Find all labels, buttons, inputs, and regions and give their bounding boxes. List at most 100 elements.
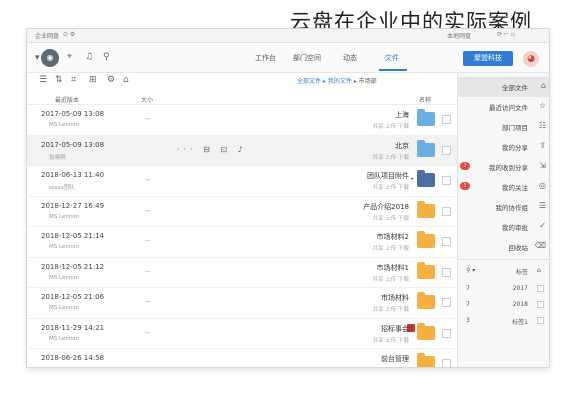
row-name[interactable]: 招标事会 bbox=[381, 324, 409, 334]
tag-count: 7 bbox=[466, 285, 470, 292]
tag-item[interactable]: 3 标签1 bbox=[458, 313, 549, 329]
row-name[interactable]: 北京 bbox=[395, 141, 409, 151]
sidebar-item[interactable]: 我的协作组 ☰ bbox=[458, 197, 549, 217]
bell-icon[interactable]: ♫ bbox=[85, 52, 93, 62]
sort-icon[interactable]: ⇅ bbox=[55, 75, 63, 85]
row-checkbox[interactable] bbox=[442, 298, 451, 307]
tag-checkbox[interactable] bbox=[537, 285, 544, 292]
row-checkbox[interactable] bbox=[442, 176, 451, 185]
row-checkbox[interactable] bbox=[442, 145, 451, 155]
folder-icon bbox=[417, 261, 435, 279]
table-row[interactable]: 2018-12-27 16:49 MS Lennon -- 产品介绍2018 共享 上传… bbox=[27, 197, 457, 227]
sidebar-item-label: 我的关注 bbox=[502, 184, 528, 192]
row-name[interactable]: 上海 bbox=[395, 110, 409, 120]
tags-header-label: 标签 bbox=[515, 269, 528, 276]
row-name[interactable]: 团队项目附件 bbox=[367, 171, 409, 181]
sidebar-item[interactable]: 最近访问文件 ☆ bbox=[458, 97, 549, 117]
sidebar-item[interactable]: 1 我的关注 ◎ bbox=[458, 177, 549, 197]
table-row[interactable]: 2018-12-05 21:14 MS Lennon -- 市场材料2 共享 上传 下载 bbox=[27, 227, 457, 258]
badge: 2 bbox=[460, 162, 470, 170]
row-modified: 2017-05-09 13:08 bbox=[41, 140, 105, 149]
search-icon[interactable]: ⚲ bbox=[103, 52, 110, 62]
window-controls[interactable]: ⟳ ⌐ ▫ bbox=[497, 31, 515, 38]
toolbar-row: ☰ ⇅ ⌗ ⊞ ⚙ ⌂ 全部文件 ▸ 我的文件 ▸ 市场部 bbox=[27, 73, 457, 89]
row-owner: MS Lennon bbox=[49, 335, 80, 342]
row-owner: MS Lennon bbox=[49, 244, 80, 250]
row-name[interactable]: 市场材料 bbox=[381, 293, 409, 303]
chevron-down-icon[interactable]: ▾ bbox=[35, 53, 40, 63]
tab-workbench[interactable]: 工作台 bbox=[255, 53, 276, 63]
sidebar-item[interactable]: 全部文件 ⌂ bbox=[458, 77, 549, 97]
sidebar-item[interactable]: 我的分享 ⇪ bbox=[458, 137, 549, 157]
row-actions[interactable]: ··· ⊟ ⊡ ♪ bbox=[177, 145, 247, 154]
row-checkbox[interactable] bbox=[442, 267, 451, 277]
folder-icon bbox=[417, 170, 435, 187]
brand-logo-icon: ◕ bbox=[523, 51, 539, 67]
table-row[interactable]: 2017-05-09 13:08 张晓明 ··· ⊟ ⊡ ♪ 北京 共享 上传 下载 bbox=[27, 135, 457, 166]
table-row[interactable]: 2018-06-26 14:58 前台管理 bbox=[27, 349, 457, 367]
brand-button[interactable]: 聚盟科技 bbox=[463, 51, 513, 66]
sidebar-item-label: 我的审批 bbox=[502, 224, 528, 232]
tag-item[interactable]: 7 2018 bbox=[458, 297, 549, 313]
tag-checkbox[interactable] bbox=[537, 301, 544, 308]
row-checkbox[interactable] bbox=[442, 206, 451, 216]
folder-icon bbox=[417, 231, 435, 248]
table-row[interactable]: 2018-06-13 11:40 sssss团队 -- • 团队项目附件 共享 上传 下载 bbox=[27, 166, 457, 197]
row-modified: 2018-06-13 11:40 bbox=[41, 171, 105, 179]
grid-view-icon[interactable]: ⊞ bbox=[89, 75, 97, 85]
row-size: -- bbox=[145, 206, 151, 215]
filter-icon[interactable]: ⌗ bbox=[71, 75, 76, 85]
column-modified[interactable]: 最近版本 bbox=[55, 95, 79, 104]
row-owner: MS Lennon bbox=[49, 122, 80, 128]
row-meta: 共享 上传 下载 bbox=[372, 215, 410, 222]
sidebar-item-label: 回收站 bbox=[508, 244, 529, 252]
row-name[interactable]: 市场材料1 bbox=[377, 263, 409, 273]
row-checkbox[interactable] bbox=[442, 328, 451, 338]
inbox-icon: ⇲ bbox=[539, 161, 546, 170]
row-name[interactable]: 市场材料2 bbox=[377, 232, 409, 242]
avatar[interactable]: ◉ bbox=[41, 49, 59, 67]
sidebar-item[interactable]: 部门项目 ☷ bbox=[458, 117, 549, 137]
sidebar-item[interactable]: 2 我的收到分享 ⇲ bbox=[458, 157, 549, 177]
table-row[interactable]: 2018-12-05 21:06 MS Lennon -- 市场材料 共享 上传 下载 bbox=[27, 288, 457, 319]
table-row[interactable]: 2018-12-05 21:12 MS Lennon -- 市场材料1 共享 上传 下载 bbox=[27, 258, 457, 288]
title-strip: 企业网盘 ⊙ ⚙ 本地网盘 ⟳ ⌐ ▫ bbox=[27, 29, 549, 43]
tab-department[interactable]: 部门空间 bbox=[293, 53, 321, 63]
column-size[interactable]: 大小 bbox=[141, 95, 153, 104]
column-name[interactable]: 名称 bbox=[419, 95, 431, 104]
tab-activity[interactable]: 动态 bbox=[343, 53, 357, 63]
row-checkbox[interactable] bbox=[442, 359, 451, 367]
row-meta: 共享 上传 下载 bbox=[372, 276, 410, 283]
tag-item[interactable]: 7 2017 bbox=[458, 281, 549, 297]
tag-checkbox[interactable] bbox=[537, 317, 544, 324]
sidebar-divider bbox=[458, 259, 549, 260]
table-row[interactable]: 2018-11-29 14:21 MS Lennon -- 招标事会 共享 上传 下载 bbox=[27, 319, 457, 349]
breadcrumb-item-mine[interactable]: 我的文件 bbox=[328, 78, 352, 85]
row-modified: 2018-12-05 21:06 bbox=[41, 293, 105, 301]
home-icon: ⌂ bbox=[540, 81, 546, 90]
list-view-icon[interactable]: ☰ bbox=[39, 75, 47, 85]
sidebar-item-label: 我的分享 bbox=[502, 144, 528, 152]
tag-label: 2017 bbox=[512, 285, 528, 292]
breadcrumb-item-all[interactable]: 全部文件 bbox=[297, 78, 321, 85]
row-modified: 2018-12-27 16:49 bbox=[41, 201, 105, 210]
users-icon: ☷ bbox=[538, 121, 546, 130]
check-icon: ✓ bbox=[539, 221, 546, 230]
settings-icon[interactable]: ⚙ bbox=[107, 75, 115, 85]
row-checkbox[interactable] bbox=[442, 237, 451, 246]
row-name[interactable]: 产品介绍2018 bbox=[363, 202, 409, 212]
table-row[interactable]: 2017-05-09 13:08 MS Lennon -- 上海 共享 上传 下载 bbox=[27, 105, 457, 136]
sidebar-item[interactable]: 我的审批 ✓ bbox=[458, 217, 549, 237]
sidebar-item[interactable]: 回收站 ⌫ bbox=[458, 237, 549, 257]
row-modified: 2018-12-05 21:12 bbox=[41, 262, 105, 271]
row-size: -- bbox=[145, 115, 151, 123]
row-name[interactable]: 前台管理 bbox=[381, 354, 409, 364]
tags-header[interactable]: ⚲ ▾ 标签 ⌂ bbox=[458, 263, 549, 279]
row-size: -- bbox=[145, 298, 151, 306]
row-checkbox[interactable] bbox=[442, 115, 451, 124]
folder-icon bbox=[417, 322, 435, 340]
location-icon[interactable]: ⌖ bbox=[67, 52, 72, 62]
tag-icon[interactable]: ⌂ bbox=[123, 75, 129, 85]
row-meta: 共享 上传 下载 bbox=[372, 307, 410, 313]
tab-files[interactable]: 文件 bbox=[385, 53, 399, 63]
